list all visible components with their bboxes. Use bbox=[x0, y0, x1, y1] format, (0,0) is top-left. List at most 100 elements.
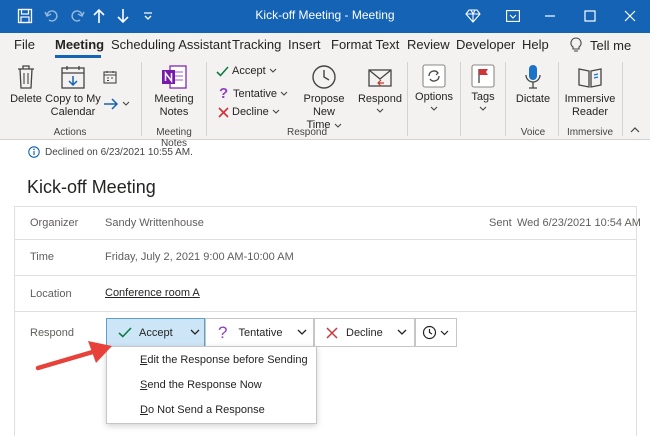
menu-item-donot-label: o Not Send a Response bbox=[147, 404, 265, 416]
calendar-small-button[interactable] bbox=[103, 70, 117, 84]
ribbon-tentative-label: Tentative bbox=[233, 87, 278, 100]
location-label: Location bbox=[30, 288, 72, 300]
immersive-reader-icon bbox=[578, 68, 602, 88]
ribbon-accept-button[interactable]: Accept bbox=[216, 65, 277, 77]
accept-button[interactable]: Accept bbox=[106, 318, 205, 347]
info-text: Declined on 6/23/2021 10:55 AM. bbox=[45, 146, 193, 158]
decline-label: Decline bbox=[346, 326, 383, 339]
menu-item-edit-response[interactable]: Edit the Response before Sending bbox=[140, 354, 308, 366]
dictate-button[interactable]: Dictate bbox=[512, 63, 554, 106]
menu-item-do-not-send[interactable]: Do Not Send a Response bbox=[140, 404, 265, 416]
ribbon-display-icon[interactable] bbox=[503, 5, 523, 27]
move-button[interactable] bbox=[103, 98, 130, 110]
chevron-down-icon bbox=[122, 101, 130, 106]
propose-time-button[interactable] bbox=[415, 318, 457, 347]
tab-scheduling-assistant[interactable]: Scheduling Assistant bbox=[111, 37, 231, 52]
redo-icon[interactable] bbox=[66, 5, 88, 27]
maximize-button[interactable] bbox=[570, 4, 610, 28]
voice-group-label: Voice bbox=[520, 127, 546, 138]
menu-item-send-label: end the Response Now bbox=[147, 379, 262, 391]
tab-meeting[interactable]: Meeting bbox=[55, 37, 104, 52]
check-icon bbox=[216, 65, 229, 77]
tab-format-text[interactable]: Format Text bbox=[331, 37, 399, 52]
group-separator bbox=[505, 62, 506, 136]
save-icon[interactable] bbox=[14, 5, 36, 27]
decline-button[interactable]: Decline bbox=[314, 318, 415, 347]
sent-label: Sent bbox=[489, 217, 512, 229]
sent-value: Wed 6/23/2021 10:54 AM bbox=[517, 217, 641, 229]
meeting-notes-button[interactable]: Meeting Notes bbox=[147, 63, 201, 119]
ribbon-decline-button[interactable]: Decline bbox=[218, 106, 280, 118]
group-separator bbox=[206, 62, 207, 136]
immersive-group-label: Immersive bbox=[566, 127, 614, 138]
group-separator bbox=[460, 62, 461, 136]
time-value: Friday, July 2, 2021 9:00 AM-10:00 AM bbox=[105, 251, 294, 263]
location-link[interactable]: Conference room A bbox=[105, 287, 200, 299]
tab-tracking[interactable]: Tracking bbox=[232, 37, 281, 52]
meeting-notes-line2: Notes bbox=[159, 106, 189, 118]
respond-button[interactable]: Respond bbox=[357, 63, 403, 114]
chevron-down-icon bbox=[479, 106, 487, 111]
copy-to-my-calendar-button[interactable]: Copy to My Calendar bbox=[44, 63, 102, 119]
up-arrow-icon[interactable] bbox=[89, 5, 109, 27]
group-separator bbox=[141, 62, 142, 136]
tab-help[interactable]: Help bbox=[522, 37, 549, 52]
collapse-ribbon-button[interactable] bbox=[630, 126, 640, 133]
close-button[interactable] bbox=[610, 4, 650, 28]
menu-item-edit-label: dit the Response before Sending bbox=[147, 354, 308, 366]
dictate-label: Dictate bbox=[515, 93, 551, 105]
menu-item-donot-mnemonic: D bbox=[140, 404, 148, 416]
tab-developer[interactable]: Developer bbox=[456, 37, 515, 52]
ribbon-tentative-button[interactable]: ? Tentative bbox=[219, 85, 288, 102]
respond-label: Respond bbox=[357, 93, 403, 105]
ribbon: Delete Copy to My Calendar Actions Meeti… bbox=[0, 58, 650, 149]
down-arrow-icon[interactable] bbox=[113, 5, 133, 27]
options-label: Options bbox=[415, 91, 453, 103]
propose-line1: Propose New bbox=[303, 93, 345, 118]
tags-button[interactable]: Tags bbox=[466, 63, 500, 112]
question-mark-icon: ? bbox=[218, 322, 228, 342]
meeting-subject: Kick-off Meeting bbox=[27, 177, 156, 197]
chevron-down-icon bbox=[430, 106, 438, 111]
minimize-button[interactable] bbox=[530, 4, 570, 28]
clock-icon bbox=[422, 325, 437, 340]
customize-icon[interactable] bbox=[140, 5, 156, 27]
tab-review[interactable]: Review bbox=[407, 37, 450, 52]
onenote-icon bbox=[162, 65, 187, 89]
lightbulb-icon bbox=[570, 37, 582, 52]
tab-insert[interactable]: Insert bbox=[288, 37, 321, 52]
immersive-reader-button[interactable]: Immersive Reader bbox=[562, 63, 618, 119]
copy-label-line1: Copy to My bbox=[45, 93, 101, 105]
chevron-down-icon bbox=[280, 91, 288, 96]
accept-dropdown-menu: Edit the Response before Sending Send th… bbox=[106, 346, 317, 424]
tell-me-label: Tell me bbox=[590, 37, 632, 53]
tentative-button[interactable]: ? Tentative bbox=[205, 318, 314, 347]
x-icon bbox=[326, 326, 338, 339]
divider bbox=[14, 206, 636, 207]
ribbon-accept-label: Accept bbox=[232, 65, 266, 77]
delete-button[interactable]: Delete bbox=[9, 63, 43, 106]
organizer-value[interactable]: Sandy Writtenhouse bbox=[105, 217, 204, 229]
check-icon bbox=[118, 327, 132, 338]
chevron-down-icon bbox=[297, 329, 306, 335]
group-separator bbox=[558, 62, 559, 136]
clock-icon bbox=[312, 65, 336, 89]
propose-new-time-button[interactable]: Propose New Time bbox=[292, 63, 356, 132]
calendar-icon bbox=[103, 71, 117, 84]
immersive-line2: Reader bbox=[571, 106, 609, 118]
menu-item-send-now[interactable]: Send the Response Now bbox=[140, 379, 262, 391]
x-icon bbox=[218, 106, 229, 118]
question-mark-icon: ? bbox=[219, 85, 229, 102]
undo-icon[interactable] bbox=[41, 5, 63, 27]
tell-me-search[interactable]: Tell me bbox=[570, 37, 631, 53]
chevron-down-icon bbox=[397, 329, 407, 335]
options-refresh-icon bbox=[422, 64, 446, 88]
tentative-label: Tentative bbox=[238, 326, 283, 339]
organizer-label: Organizer bbox=[30, 217, 79, 229]
options-button[interactable]: Options bbox=[413, 63, 455, 112]
tab-file[interactable]: File bbox=[14, 37, 35, 52]
meeting-notes-line1: Meeting bbox=[154, 93, 194, 105]
immersive-line1: Immersive bbox=[564, 93, 616, 105]
chevron-down-icon bbox=[440, 330, 449, 335]
diamond-icon[interactable] bbox=[463, 5, 483, 27]
